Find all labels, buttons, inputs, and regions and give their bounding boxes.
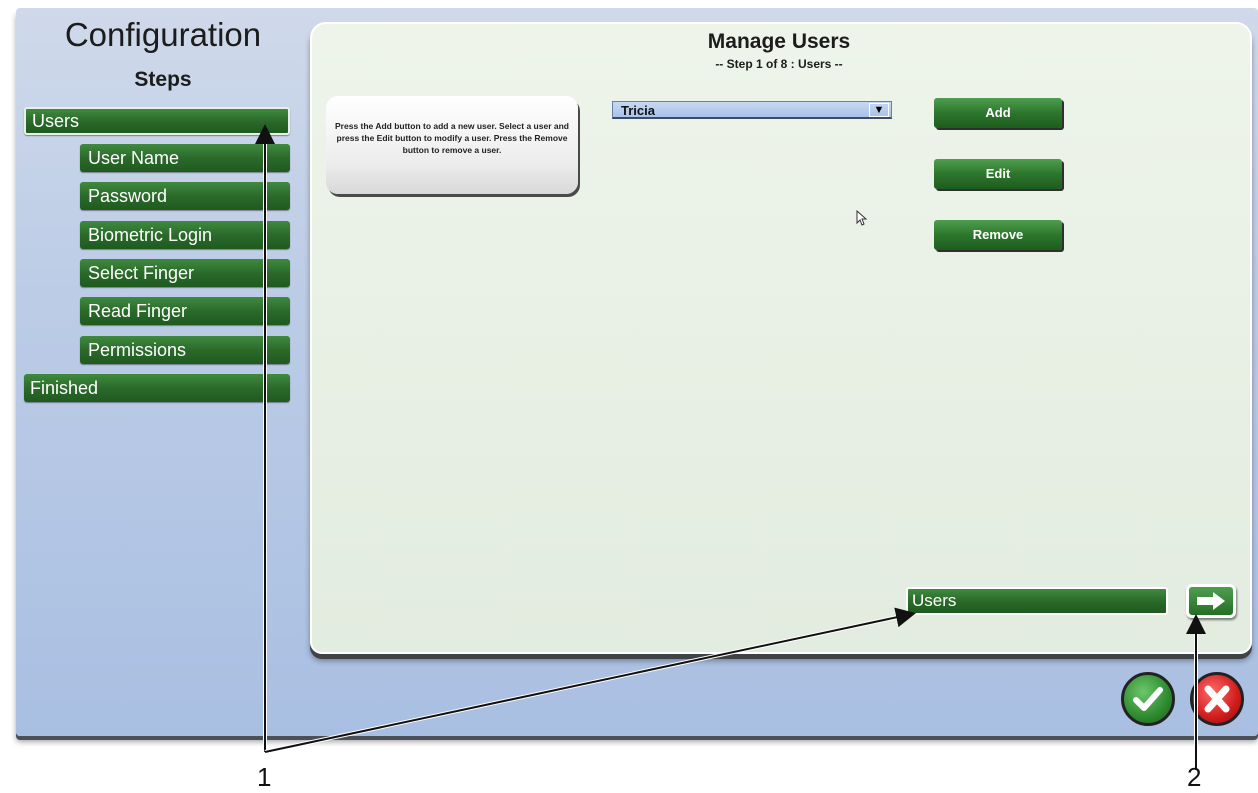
step-permissions[interactable]: Permissions — [80, 336, 290, 364]
cancel-button[interactable] — [1190, 672, 1244, 726]
panel-title: Manage Users — [707, 30, 851, 53]
step-user-name[interactable]: User Name — [80, 144, 290, 172]
step-read-finger[interactable]: Read Finger — [80, 297, 290, 325]
user-select-value: Tricia — [621, 103, 655, 118]
window-title: Configuration — [64, 16, 262, 53]
add-button[interactable]: Add — [934, 98, 1062, 128]
panel-header: Manage Users -- Step 1 of 8 : Users -- — [310, 30, 1248, 71]
remove-button[interactable]: Remove — [934, 220, 1062, 250]
arrow-right-icon — [1197, 592, 1225, 610]
step-finished[interactable]: Finished — [24, 374, 290, 402]
panel-subtitle: -- Step 1 of 8 : Users -- — [715, 57, 843, 71]
close-icon — [1204, 685, 1230, 713]
step-biometric-login[interactable]: Biometric Login — [80, 221, 290, 249]
edit-button[interactable]: Edit — [934, 159, 1062, 189]
check-icon — [1133, 687, 1163, 711]
current-step-indicator: Users — [906, 587, 1168, 615]
steps-heading: Steps — [134, 68, 192, 91]
help-text-box: Press the Add button to add a new user. … — [326, 96, 578, 194]
callout-label-1: 1 — [257, 762, 272, 792]
step-users[interactable]: Users — [24, 107, 290, 135]
chevron-down-icon[interactable]: ▼ — [869, 103, 889, 117]
step-select-finger[interactable]: Select Finger — [80, 259, 290, 287]
ok-button[interactable] — [1121, 672, 1175, 726]
step-password[interactable]: Password — [80, 182, 290, 210]
callout-label-2: 2 — [1187, 762, 1202, 792]
next-button[interactable] — [1186, 584, 1236, 618]
mouse-pointer-icon — [856, 210, 868, 226]
user-select-dropdown[interactable]: Tricia ▼ — [612, 101, 892, 119]
